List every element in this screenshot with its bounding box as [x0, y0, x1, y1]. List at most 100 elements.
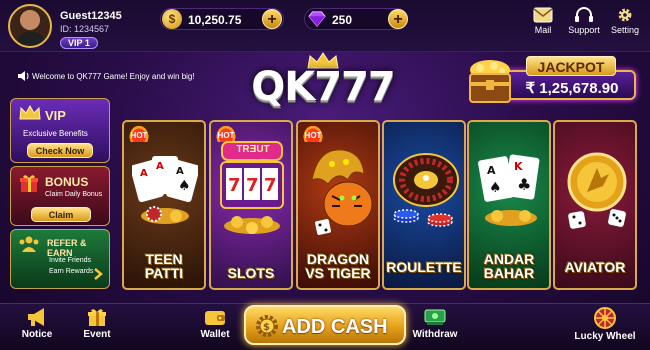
add-cash-button[interactable]: $ ADD CASH: [244, 305, 406, 345]
hot-badge: HOT: [128, 124, 150, 142]
user-id: ID: 1234567: [60, 24, 110, 34]
vip-check-now-button[interactable]: Check Now: [27, 143, 93, 158]
nav-notice-label: Notice: [21, 329, 53, 340]
nav-notice[interactable]: Notice: [12, 307, 62, 340]
svg-text:7: 7: [264, 175, 277, 196]
username: Guest12345: [60, 10, 122, 22]
jackpot-amount: ₹ 1,25,678.90: [525, 80, 619, 97]
megaphone-icon: [28, 308, 44, 326]
bonus-claim-button[interactable]: Claim: [31, 207, 91, 222]
game-card-andar-bahar[interactable]: A ♠ K ♣ ANDAR BAHAR: [467, 120, 551, 290]
nav-withdraw-label: Withdraw: [412, 329, 458, 340]
announcement-text: Welcome to QK777 Game! Enjoy and win big…: [32, 72, 195, 81]
game-label: SLOTS: [211, 266, 291, 280]
speaker-icon: [18, 71, 29, 81]
add-coins-button[interactable]: +: [262, 9, 282, 29]
dragon-tiger-icon: [311, 149, 373, 235]
bonus-subtitle: Claim Daily Bonus: [45, 191, 103, 198]
svg-text:♣: ♣: [517, 175, 531, 194]
slot-sign-text: TRƎUT: [236, 144, 270, 155]
bonus-panel[interactable]: BONUS Claim Daily Bonus Claim: [10, 166, 110, 226]
coin-balance: 10,250.75: [188, 13, 242, 27]
crown-icon: [19, 105, 41, 120]
treasure-chest-icon: [469, 60, 511, 103]
gem-icon: [308, 11, 326, 27]
gear-icon: [618, 8, 632, 22]
mail-button[interactable]: Mail: [525, 7, 561, 35]
svg-text:A: A: [156, 161, 164, 172]
aviator-coin-icon: [567, 152, 627, 229]
game-label-line2: PATTI: [144, 265, 184, 281]
gem-balance: 250: [332, 13, 353, 27]
vip-title: VIP: [45, 108, 66, 123]
game-label-line1: DRAGON: [306, 251, 370, 267]
svg-text:K: K: [514, 160, 523, 173]
refer-subtitle-2: Earn Rewards: [49, 268, 94, 275]
gift-icon: [88, 309, 106, 326]
game-card-aviator[interactable]: AVIATOR: [553, 120, 637, 290]
jackpot-banner[interactable]: JACKPOT ₹ 1,25,678.90: [464, 52, 638, 106]
setting-label: Setting: [610, 25, 640, 35]
logo-text: QK777: [251, 64, 396, 110]
game-card-slots[interactable]: HOT 7 7 7 TRƎUT SLOTS: [209, 120, 293, 290]
add-gems-button[interactable]: +: [388, 9, 408, 29]
game-label: AVIATOR: [555, 260, 635, 274]
wallet-icon: [205, 311, 225, 325]
game-label: DRAGON VS TIGER: [298, 252, 378, 280]
svg-text:♠: ♠: [178, 178, 191, 194]
svg-text:A: A: [176, 166, 184, 177]
svg-text:A: A: [487, 164, 496, 177]
svg-text:7: 7: [228, 175, 241, 196]
qk777-logo: QK777: [248, 52, 398, 110]
cash-icon: [424, 309, 446, 325]
game-label: TEEN PATTI: [124, 252, 204, 280]
vip-subtitle: Exclusive Benefits: [23, 129, 88, 138]
game-card-roulette[interactable]: ROULETTE: [382, 120, 466, 290]
nav-wallet[interactable]: Wallet: [190, 307, 240, 340]
jackpot-title: JACKPOT: [526, 56, 616, 76]
vip-level-badge[interactable]: VIP 1: [60, 37, 98, 49]
refer-earn-panel[interactable]: REFER & EARN Invite Friends Earn Rewards: [10, 229, 110, 289]
coin-gear-icon: $: [256, 315, 278, 337]
game-label-line1: ANDAR: [483, 251, 535, 267]
nav-withdraw[interactable]: Withdraw: [410, 307, 460, 340]
game-label-line1: TEEN: [145, 251, 183, 267]
game-card-teen-patti[interactable]: HOT A A A ♠ TEEN PATTI: [122, 120, 206, 290]
vip-panel[interactable]: VIP Exclusive Benefits Check Now: [10, 98, 110, 163]
nav-lucky-wheel[interactable]: Lucky Wheel: [574, 307, 636, 342]
svg-text:7: 7: [246, 175, 259, 196]
nav-wallet-label: Wallet: [200, 329, 230, 340]
roulette-wheel-icon: [393, 153, 459, 227]
playing-cards-icon: A A A ♠: [132, 156, 198, 224]
users-icon: [19, 236, 39, 252]
svg-text:A: A: [140, 168, 148, 179]
svg-text:$: $: [263, 322, 270, 333]
mail-label: Mail: [534, 25, 552, 35]
chevron-right-icon[interactable]: [93, 268, 103, 280]
game-label-line2: VS TIGER: [305, 265, 371, 281]
game-card-dragon-vs-tiger[interactable]: HOT DRAGON VS TIGER: [296, 120, 380, 290]
svg-text:♠: ♠: [489, 180, 502, 196]
add-cash-label: ADD CASH: [282, 316, 388, 338]
gift-icon: [20, 175, 38, 192]
headset-icon: [575, 7, 593, 22]
wheel-icon: [594, 307, 616, 329]
support-label: Support: [568, 25, 600, 35]
refer-subtitle-1: Invite Friends: [49, 257, 92, 264]
nav-event-label: Event: [83, 329, 111, 340]
avatar[interactable]: [8, 4, 52, 48]
playing-cards-icon: A ♠ K ♣: [478, 154, 540, 226]
bonus-title: BONUS: [45, 175, 89, 189]
game-label-line1: AVIATOR: [564, 259, 626, 275]
setting-button[interactable]: Setting: [607, 7, 643, 35]
nav-lucky-wheel-label: Lucky Wheel: [574, 331, 636, 342]
game-label: ROULETTE: [384, 260, 464, 274]
game-label-line1: ROULETTE: [386, 259, 462, 275]
nav-event[interactable]: Event: [72, 307, 122, 340]
game-label-line2: BAHAR: [483, 265, 535, 281]
mail-icon: [533, 7, 553, 23]
support-button[interactable]: Support: [566, 7, 602, 35]
refer-title: REFER & EARN: [47, 238, 87, 258]
game-label: ANDAR BAHAR: [469, 252, 549, 280]
game-label-line1: SLOTS: [227, 265, 275, 281]
